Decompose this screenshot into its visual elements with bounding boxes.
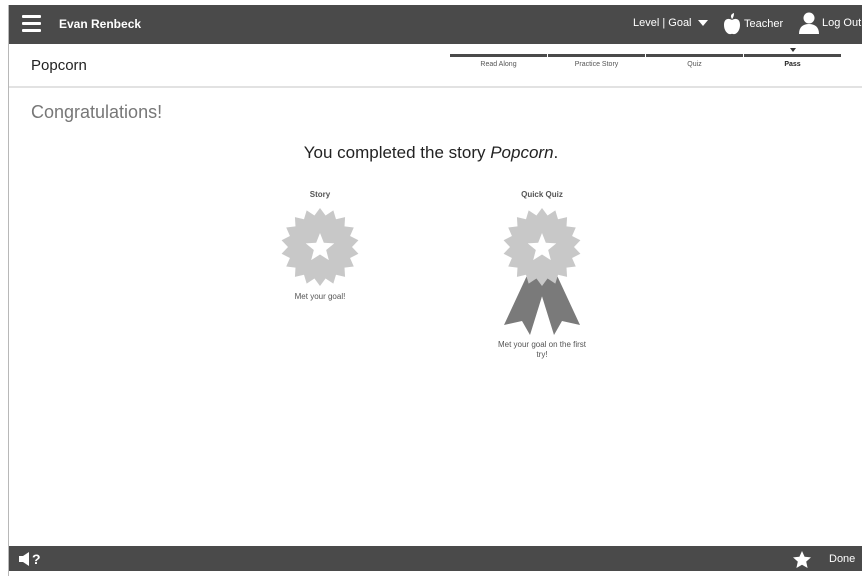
ribbon-badge-icon — [503, 208, 581, 335]
done-button[interactable]: Done — [829, 553, 855, 565]
quick-quiz-award: Quick Quiz Met your goal on the first tr… — [482, 190, 602, 360]
award-caption: Met your goal! — [294, 292, 346, 301]
level-goal-dropdown[interactable]: Level | Goal — [633, 17, 708, 29]
star-badge-icon — [281, 208, 359, 286]
completion-message: You completed the story Popcorn. — [0, 143, 862, 163]
app-frame: Evan Renbeck Level | Goal Teacher Log Ou… — [9, 5, 862, 576]
logout-button[interactable]: Log Out — [799, 12, 861, 34]
user-name: Evan Renbeck — [59, 17, 142, 31]
current-step-caret-icon — [790, 48, 796, 52]
step-read-along[interactable]: Read Along — [450, 54, 547, 68]
completion-prefix: You completed the story — [303, 143, 491, 162]
step-bar — [450, 54, 547, 57]
award-title: Quick Quiz — [521, 190, 563, 199]
user-icon — [799, 12, 819, 34]
teacher-label: Teacher — [744, 18, 784, 30]
story-title-bar: Popcorn Read Along Practice Story Quiz P… — [9, 44, 862, 88]
progress-steps: Read Along Practice Story Quiz Pass — [450, 48, 842, 68]
step-pass[interactable]: Pass — [744, 48, 841, 68]
step-label: Pass — [784, 61, 801, 68]
award-caption: Met your goal on the first try! — [497, 340, 587, 359]
apple-icon — [724, 13, 740, 35]
teacher-button[interactable]: Teacher — [723, 13, 783, 35]
award-title: Story — [309, 190, 331, 199]
bottom-bar: ? Done — [9, 546, 862, 571]
menu-icon[interactable] — [22, 15, 41, 33]
step-practice-story[interactable]: Practice Story — [548, 54, 645, 68]
step-label: Quiz — [687, 61, 702, 68]
step-bar — [548, 54, 645, 57]
step-bar — [646, 54, 743, 57]
help-question-mark: ? — [32, 551, 41, 567]
top-bar: Evan Renbeck Level | Goal Teacher Log Ou… — [9, 5, 862, 44]
step-bar — [744, 54, 841, 57]
step-quiz[interactable]: Quiz — [646, 54, 743, 68]
story-award: Story Met your goal! — [260, 190, 380, 302]
level-goal-label: Level | Goal — [633, 17, 692, 29]
logout-label: Log Out — [822, 17, 862, 29]
audio-help-button[interactable]: ? — [19, 551, 41, 567]
dropdown-caret-icon — [697, 20, 708, 26]
step-label: Read Along — [480, 61, 517, 68]
speaker-help-icon — [19, 552, 29, 566]
step-label: Practice Story — [574, 61, 619, 68]
completion-story-name: Popcorn — [490, 143, 554, 162]
star-icon[interactable] — [793, 551, 811, 568]
congratulations-heading: Congratulations! — [31, 102, 163, 122]
completion-suffix: . — [553, 143, 559, 162]
story-title: Popcorn — [31, 57, 87, 74]
